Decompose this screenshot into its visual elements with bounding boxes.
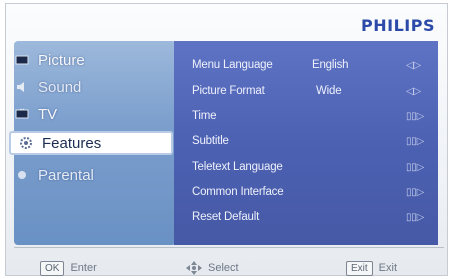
navigation-cross-icon (186, 261, 202, 275)
hint-exit-label: Exit (378, 262, 398, 274)
menu-item-sound[interactable]: Sound (14, 75, 168, 99)
setting-label: Common Interface (192, 186, 284, 198)
speaker-icon (14, 81, 30, 93)
setting-row-picture-format[interactable]: Picture Format Wide ◁▷ (192, 81, 432, 101)
setting-row-common-interface[interactable]: Common Interface ▯▯▷ (192, 182, 432, 202)
ok-key-icon: OK (40, 260, 65, 276)
setting-label: Picture Format (192, 85, 265, 97)
menu-item-parental[interactable]: Parental (14, 163, 168, 187)
submenu-arrow-icon: ▯▯▷ (406, 211, 425, 223)
setting-label: Reset Default (192, 211, 260, 223)
setting-row-teletext-language[interactable]: Teletext Language ▯▯▷ (192, 157, 432, 177)
brand-logo: PHILIPS (361, 16, 435, 35)
hint-exit: Exit Exit (346, 258, 397, 278)
exit-key-icon: Exit (346, 260, 373, 276)
hint-enter-label: Enter (70, 262, 97, 274)
menu-item-label: Picture (38, 51, 85, 69)
tv-icon (14, 108, 30, 120)
setting-row-reset-default[interactable]: Reset Default ▯▯▷ (192, 207, 432, 227)
left-right-arrows-icon: ◁▷ (406, 85, 421, 97)
setting-label: Subtitle (192, 135, 229, 147)
setting-value: English (312, 59, 349, 71)
left-right-arrows-icon: ◁▷ (406, 59, 421, 71)
hint-enter: OK Enter (40, 258, 97, 278)
setting-label: Time (192, 110, 217, 122)
hint-select-label: Select (208, 262, 239, 274)
submenu-arrow-icon: ▯▯▷ (406, 161, 425, 173)
monitor-icon (14, 54, 30, 66)
setting-row-time[interactable]: Time ▯▯▷ (192, 106, 432, 126)
hint-select: Select (186, 258, 239, 278)
setting-label: Teletext Language (192, 161, 283, 173)
menu-item-picture[interactable]: Picture (14, 48, 168, 72)
menu-item-tv[interactable]: TV (14, 102, 168, 126)
setting-label: Menu Language (192, 59, 273, 71)
setting-row-menu-language[interactable]: Menu Language English ◁▷ (192, 55, 432, 75)
menu-item-label: Features (42, 134, 102, 152)
submenu-arrow-icon: ▯▯▷ (406, 110, 425, 122)
menu-item-label: Parental (38, 166, 94, 184)
setting-row-subtitle[interactable]: Subtitle ▯▯▷ (192, 131, 432, 151)
setting-value: Wide (316, 85, 342, 97)
footer-divider (14, 247, 444, 248)
tv-menu-screen: PHILIPS Picture Sound TV Features Parent… (5, 3, 448, 276)
submenu-arrow-icon: ▯▯▷ (406, 135, 425, 147)
gear-icon (18, 137, 34, 149)
menu-item-label: Sound (38, 78, 82, 96)
lock-icon (14, 169, 30, 181)
menu-item-label: TV (38, 105, 58, 123)
menu-item-features[interactable]: Features (9, 131, 173, 155)
submenu-arrow-icon: ▯▯▷ (406, 186, 425, 198)
